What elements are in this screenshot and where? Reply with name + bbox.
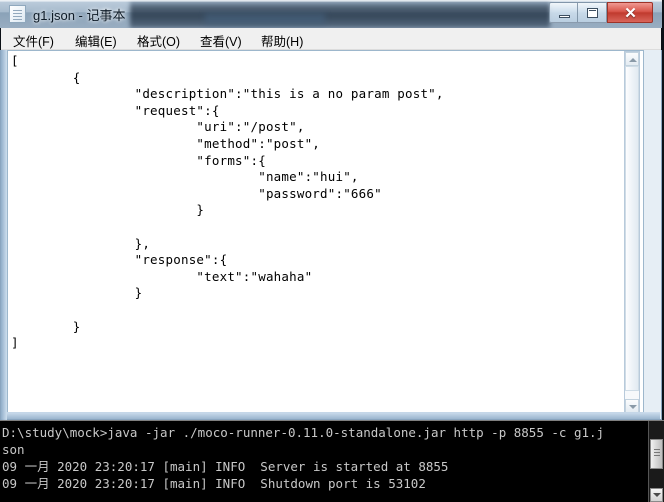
aero-glass-blur-secondary [205,13,325,24]
window-bottom-frame [7,412,660,419]
console-line: 09 一月 2020 23:20:17 [main] INFO Shutdown… [2,476,426,491]
scrollbar-grip-icon [654,452,660,453]
console-window[interactable]: D:\study\mock>java -jar ./moco-runner-0.… [0,420,664,502]
minimize-button[interactable] [549,2,578,23]
menu-bar: 文件(F) 编辑(E) 格式(O) 查看(V) 帮助(H) [1,28,661,50]
chevron-up-icon [629,58,637,62]
menu-item-edit[interactable]: 编辑(E) [73,31,119,50]
editor-scrollbar[interactable] [624,51,640,412]
maximize-button[interactable] [578,2,607,23]
close-button[interactable]: ✕ [607,2,653,23]
window-title: g1.json - 记事本 [33,8,126,23]
maximize-icon [587,8,598,18]
title-bar[interactable]: g1.json - 记事本 ✕ [0,0,662,28]
scrollbar-track[interactable] [625,66,639,399]
close-icon: ✕ [624,5,637,22]
menu-item-file[interactable]: 文件(F) [11,31,56,50]
window-body: [ { "description":"this is a no param po… [0,50,662,420]
notepad-icon[interactable] [9,5,26,23]
chevron-down-icon [653,493,661,497]
text-editor-area[interactable]: [ { "description":"this is a no param po… [7,50,644,413]
menu-item-format[interactable]: 格式(O) [135,31,182,50]
console-line: 09 一月 2020 23:20:17 [main] INFO Server i… [2,459,449,474]
menu-item-help[interactable]: 帮助(H) [259,31,305,50]
scroll-down-button[interactable] [625,399,639,412]
console-scrollbar[interactable] [648,421,664,502]
chevron-down-icon [629,405,637,409]
aero-glass-blur [130,0,550,28]
console-output: D:\study\mock>java -jar ./moco-runner-0.… [0,421,648,502]
notepad-window[interactable]: g1.json - 记事本 ✕ 文件(F) 编辑(E) 格式(O) 查看(V) … [0,0,662,420]
console-scrollbar-thumb[interactable] [650,439,663,469]
scroll-up-button[interactable] [625,52,639,66]
json-text-content: [ { "description":"this is a no param po… [11,53,444,351]
document-lines-icon [13,10,22,11]
console-line: son [2,442,25,457]
menu-item-view[interactable]: 查看(V) [198,31,244,50]
console-scroll-down-button[interactable] [650,488,663,502]
console-line: D:\study\mock>java -jar ./moco-runner-0.… [2,425,605,440]
minimize-icon [559,15,570,18]
scrollbar-thumb[interactable] [625,66,639,391]
